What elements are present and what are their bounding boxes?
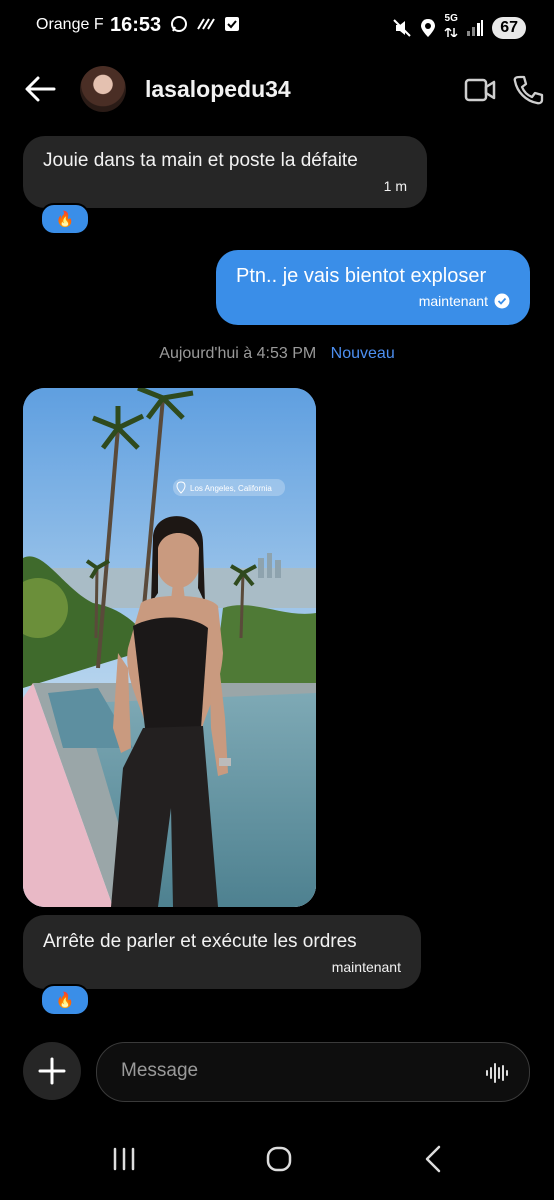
carrier-label: Orange F xyxy=(36,16,104,33)
photo-image: Los Angeles, California xyxy=(23,388,316,907)
reaction-badge[interactable]: 🔥 xyxy=(40,203,90,235)
recent-apps-icon[interactable] xyxy=(110,1145,138,1173)
network-icon: 5G xyxy=(444,14,458,42)
checkbox-icon xyxy=(225,17,239,31)
data-arrows-icon xyxy=(444,26,458,39)
signal-icon xyxy=(467,20,484,36)
location-icon xyxy=(421,19,436,37)
home-icon[interactable] xyxy=(265,1145,293,1173)
message-text: Ptn.. je vais bientot exploser xyxy=(236,265,487,287)
status-clock: 16:53 xyxy=(110,14,162,36)
network-label: 5G xyxy=(444,13,458,24)
reaction-badge[interactable]: 🔥 xyxy=(40,984,90,1016)
message-time: maintenant xyxy=(331,959,401,975)
location-sticker-label: Los Angeles, California xyxy=(190,484,272,493)
system-icons: 5G 67 xyxy=(392,14,526,42)
date-separator: Aujourd'hui à 4:53 PM Nouveau xyxy=(0,345,554,363)
fire-emoji: 🔥 xyxy=(55,992,75,1009)
whatsapp-icon xyxy=(171,16,187,32)
phone-call-icon[interactable] xyxy=(512,74,544,106)
date-label: Aujourd'hui à 4:53 PM xyxy=(159,345,317,362)
message-field[interactable] xyxy=(96,1042,530,1102)
notification-icons xyxy=(170,15,240,33)
message-status-text: maintenant xyxy=(418,293,488,309)
mute-icon xyxy=(393,19,411,37)
message-input[interactable] xyxy=(119,1059,463,1083)
message-incoming[interactable]: Jouie dans ta main et poste la défaite 1… xyxy=(23,136,427,208)
photo-message[interactable]: Los Angeles, California xyxy=(23,388,316,907)
back-arrow-icon[interactable] xyxy=(24,74,58,104)
fire-emoji: 🔥 xyxy=(55,211,75,228)
plus-icon xyxy=(38,1057,66,1085)
message-text: Jouie dans ta main et poste la défaite xyxy=(43,150,358,171)
message-outgoing[interactable]: Ptn.. je vais bientot exploser maintenan… xyxy=(216,250,530,325)
chat-screen: Orange F 16:53 5G 67 lasalopedu34 Jouie … xyxy=(0,0,554,1200)
message-time: 1 m xyxy=(383,178,407,194)
avatar[interactable] xyxy=(80,66,126,112)
nav-back-icon[interactable] xyxy=(420,1144,448,1174)
system-nav-bar xyxy=(0,1130,554,1200)
video-call-icon[interactable] xyxy=(464,76,496,104)
new-label: Nouveau xyxy=(330,345,395,362)
message-incoming[interactable]: Arrête de parler et exécute les ordres m… xyxy=(23,915,421,989)
status-bar: Orange F 16:53 5G 67 xyxy=(0,0,554,52)
battery-indicator: 67 xyxy=(492,17,526,39)
voicemail-icon xyxy=(197,18,215,30)
add-media-button[interactable] xyxy=(23,1042,81,1100)
seen-check-icon xyxy=(494,293,510,309)
message-text: Arrête de parler et exécute les ordres xyxy=(43,931,357,952)
chat-header: lasalopedu34 xyxy=(0,60,554,120)
contact-name[interactable]: lasalopedu34 xyxy=(145,76,291,103)
message-time: maintenant xyxy=(419,293,510,309)
voice-message-icon[interactable] xyxy=(485,1061,509,1085)
